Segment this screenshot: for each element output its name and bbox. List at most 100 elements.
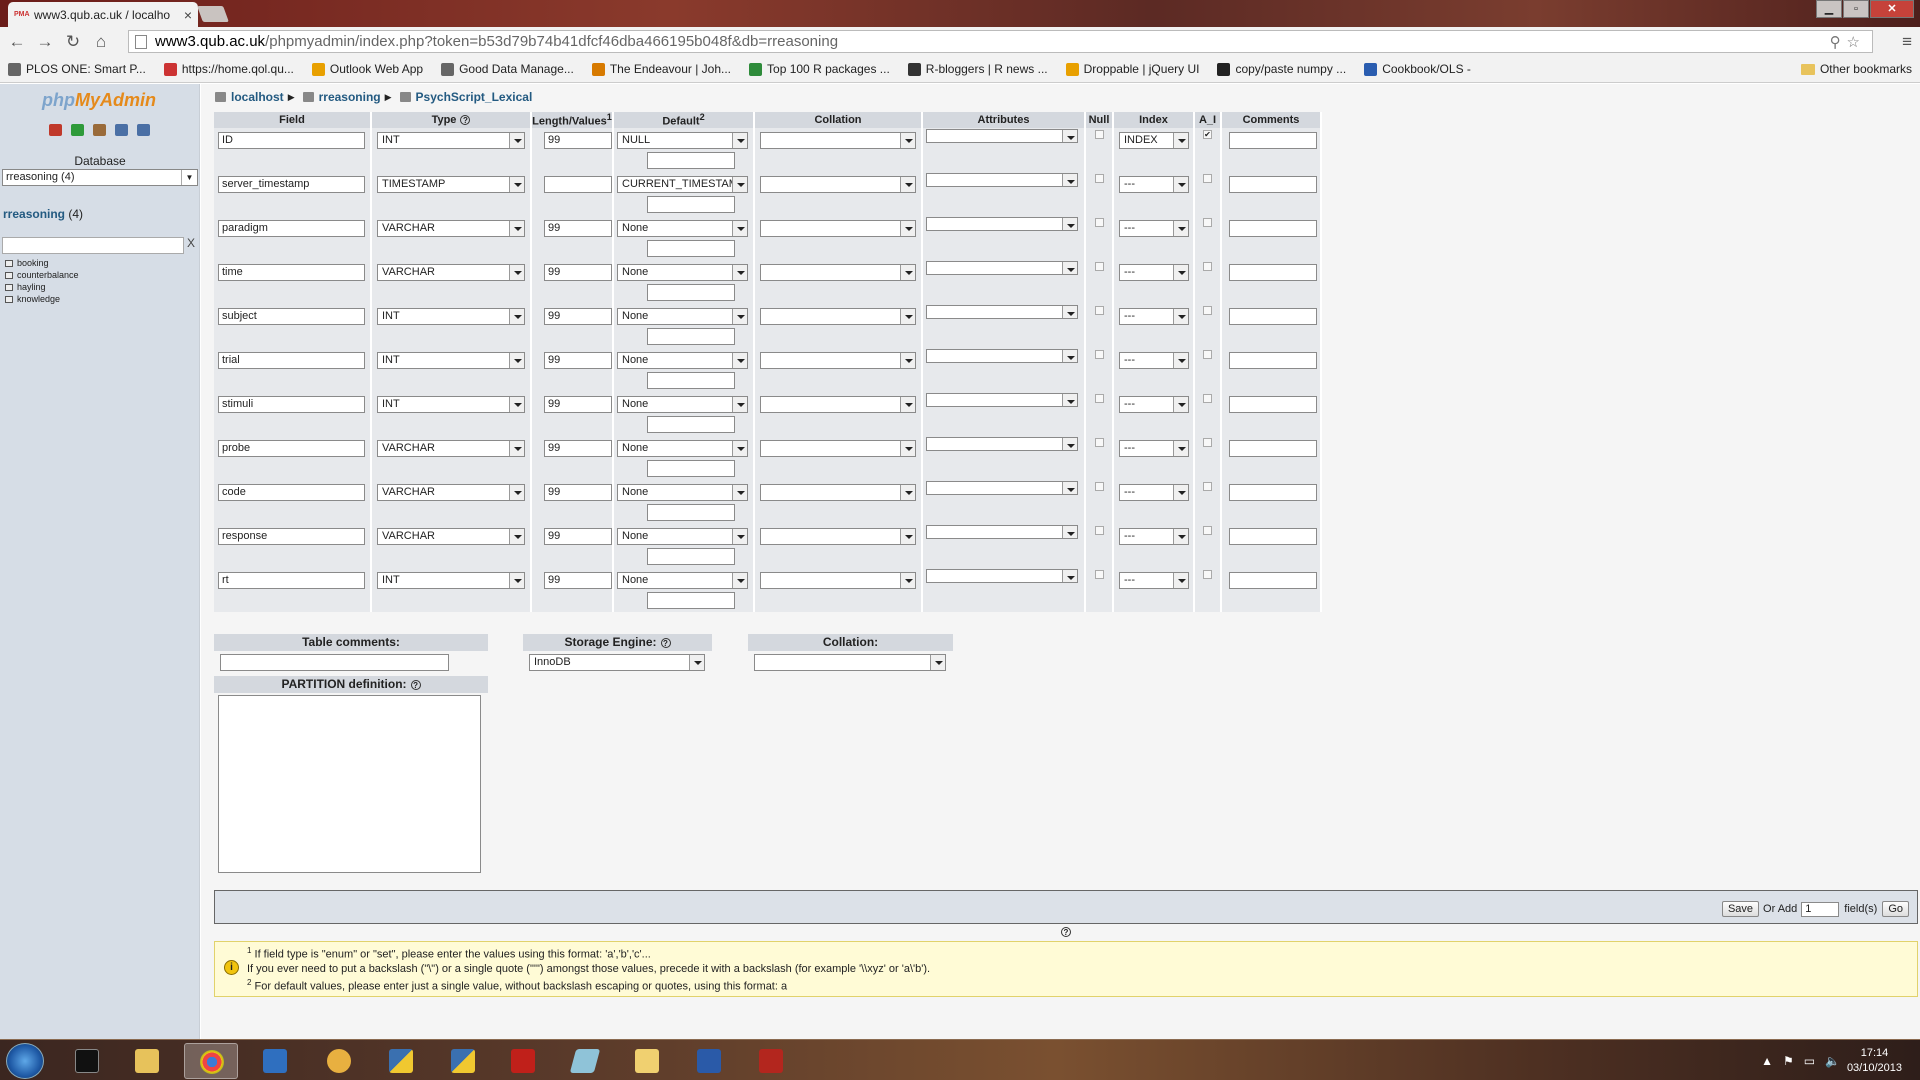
attributes-select[interactable] — [926, 348, 1078, 363]
bookmark-item[interactable]: https://home.qol.qu... — [163, 62, 294, 76]
sidebar-table-item[interactable]: booking — [5, 257, 79, 269]
default-value-input[interactable] — [647, 415, 735, 433]
attributes-select[interactable] — [926, 172, 1078, 187]
bookmark-item[interactable]: PLOS ONE: Smart P... — [8, 62, 146, 76]
type-select[interactable]: INT — [377, 351, 525, 369]
type-select[interactable]: INT — [377, 571, 525, 589]
close-window-icon[interactable]: ✕ — [1870, 0, 1914, 18]
collation-select[interactable] — [760, 131, 916, 149]
default-value-input[interactable] — [647, 371, 735, 389]
field-name-input[interactable]: probe — [218, 439, 365, 457]
attributes-select[interactable] — [926, 568, 1078, 583]
auto-increment-checkbox[interactable] — [1203, 173, 1212, 183]
collation-select[interactable] — [760, 571, 916, 589]
clear-filter-button[interactable]: X — [187, 236, 195, 250]
taskbar-cmd[interactable] — [60, 1043, 114, 1079]
save-button[interactable]: Save — [1721, 901, 1760, 917]
sidebar-table-item[interactable]: counterbalance — [5, 269, 79, 281]
length-input[interactable]: 99 — [544, 263, 612, 281]
null-checkbox[interactable] — [1095, 569, 1104, 579]
help-icon[interactable]: ? — [410, 680, 421, 690]
default-select[interactable]: None — [617, 483, 748, 501]
search-star-icons[interactable]: ⚲☆ — [1830, 33, 1866, 51]
field-name-input[interactable]: ID — [218, 131, 365, 149]
default-value-input[interactable] — [647, 239, 735, 257]
comments-input[interactable] — [1229, 351, 1317, 369]
help-icon[interactable]: ? — [660, 638, 671, 648]
null-checkbox[interactable] — [1095, 437, 1104, 447]
bookmark-item[interactable]: R-bloggers | R news ... — [907, 62, 1048, 76]
default-select[interactable]: None — [617, 395, 748, 413]
table-filter-input[interactable] — [2, 237, 184, 254]
default-select[interactable]: CURRENT_TIMESTAMP — [617, 175, 748, 193]
breadcrumb-database[interactable]: rreasoning — [319, 90, 381, 104]
default-value-input[interactable] — [647, 547, 735, 565]
attributes-select[interactable] — [926, 524, 1078, 539]
new-tab-button[interactable] — [197, 6, 229, 22]
length-input[interactable]: 99 — [544, 483, 612, 501]
default-value-input[interactable] — [647, 503, 735, 521]
null-checkbox[interactable] — [1095, 217, 1104, 227]
index-select[interactable]: --- — [1119, 263, 1189, 281]
auto-increment-checkbox[interactable] — [1203, 481, 1212, 491]
default-select[interactable]: NULL — [617, 131, 748, 149]
auto-increment-checkbox[interactable] — [1203, 305, 1212, 315]
home-icon[interactable]: ⌂ — [90, 32, 112, 52]
collation-select[interactable] — [760, 219, 916, 237]
attributes-select[interactable] — [926, 260, 1078, 275]
field-name-input[interactable]: response — [218, 527, 365, 545]
type-select[interactable]: VARCHAR — [377, 527, 525, 545]
taskbar-python-2[interactable] — [436, 1043, 490, 1079]
index-select[interactable]: --- — [1119, 307, 1189, 325]
default-value-input[interactable] — [647, 459, 735, 477]
type-select[interactable]: INT — [377, 395, 525, 413]
sql-icon[interactable] — [93, 124, 106, 136]
type-select[interactable]: VARCHAR — [377, 483, 525, 501]
field-name-input[interactable]: stimuli — [218, 395, 365, 413]
null-checkbox[interactable] — [1095, 173, 1104, 183]
null-checkbox[interactable] — [1095, 525, 1104, 535]
comments-input[interactable] — [1229, 439, 1317, 457]
partition-textarea[interactable] — [218, 695, 481, 873]
comments-input[interactable] — [1229, 307, 1317, 325]
table-collation-select[interactable] — [754, 654, 946, 671]
taskbar-python[interactable] — [374, 1043, 428, 1079]
default-select[interactable]: None — [617, 307, 748, 325]
default-value-input[interactable] — [647, 151, 735, 169]
add-fields-count-input[interactable]: 1 — [1801, 901, 1840, 917]
default-select[interactable]: None — [617, 439, 748, 457]
comments-input[interactable] — [1229, 175, 1317, 193]
sidebar-table-item[interactable]: knowledge — [5, 293, 79, 305]
taskbar-app-face[interactable] — [312, 1043, 366, 1079]
default-value-input[interactable] — [647, 327, 735, 345]
help-icon[interactable]: ? — [1061, 927, 1071, 937]
index-select[interactable]: INDEX — [1119, 131, 1189, 149]
db-link-name[interactable]: rreasoning — [3, 207, 65, 221]
index-select[interactable]: --- — [1119, 395, 1189, 413]
index-select[interactable]: --- — [1119, 439, 1189, 457]
type-select[interactable]: VARCHAR — [377, 263, 525, 281]
phpmyadmin-logo[interactable]: phpMyAdmin — [42, 90, 156, 111]
comments-input[interactable] — [1229, 527, 1317, 545]
auto-increment-checkbox[interactable] — [1203, 349, 1212, 359]
taskbar-editor[interactable] — [558, 1043, 612, 1079]
forward-icon[interactable]: → — [34, 32, 56, 52]
docs-icon[interactable] — [115, 124, 128, 136]
attributes-select[interactable] — [926, 436, 1078, 451]
db-link[interactable]: rreasoning (4) — [3, 207, 83, 221]
default-value-input[interactable] — [647, 195, 735, 213]
default-select[interactable]: None — [617, 263, 748, 281]
bookmark-item[interactable]: The Endeavour | Joh... — [591, 62, 731, 76]
attributes-select[interactable] — [926, 216, 1078, 231]
taskbar-outlook[interactable] — [248, 1043, 302, 1079]
bookmark-item[interactable]: copy/paste numpy ... — [1217, 62, 1346, 76]
table-comments-input[interactable] — [220, 654, 449, 671]
field-name-input[interactable]: code — [218, 483, 365, 501]
default-value-input[interactable] — [647, 283, 735, 301]
length-input[interactable]: 99 — [544, 307, 612, 325]
reload-icon[interactable]: ↻ — [62, 32, 84, 52]
start-button[interactable] — [6, 1043, 44, 1079]
field-name-input[interactable]: server_timestamp — [218, 175, 365, 193]
collation-select[interactable] — [760, 527, 916, 545]
collation-select[interactable] — [760, 351, 916, 369]
